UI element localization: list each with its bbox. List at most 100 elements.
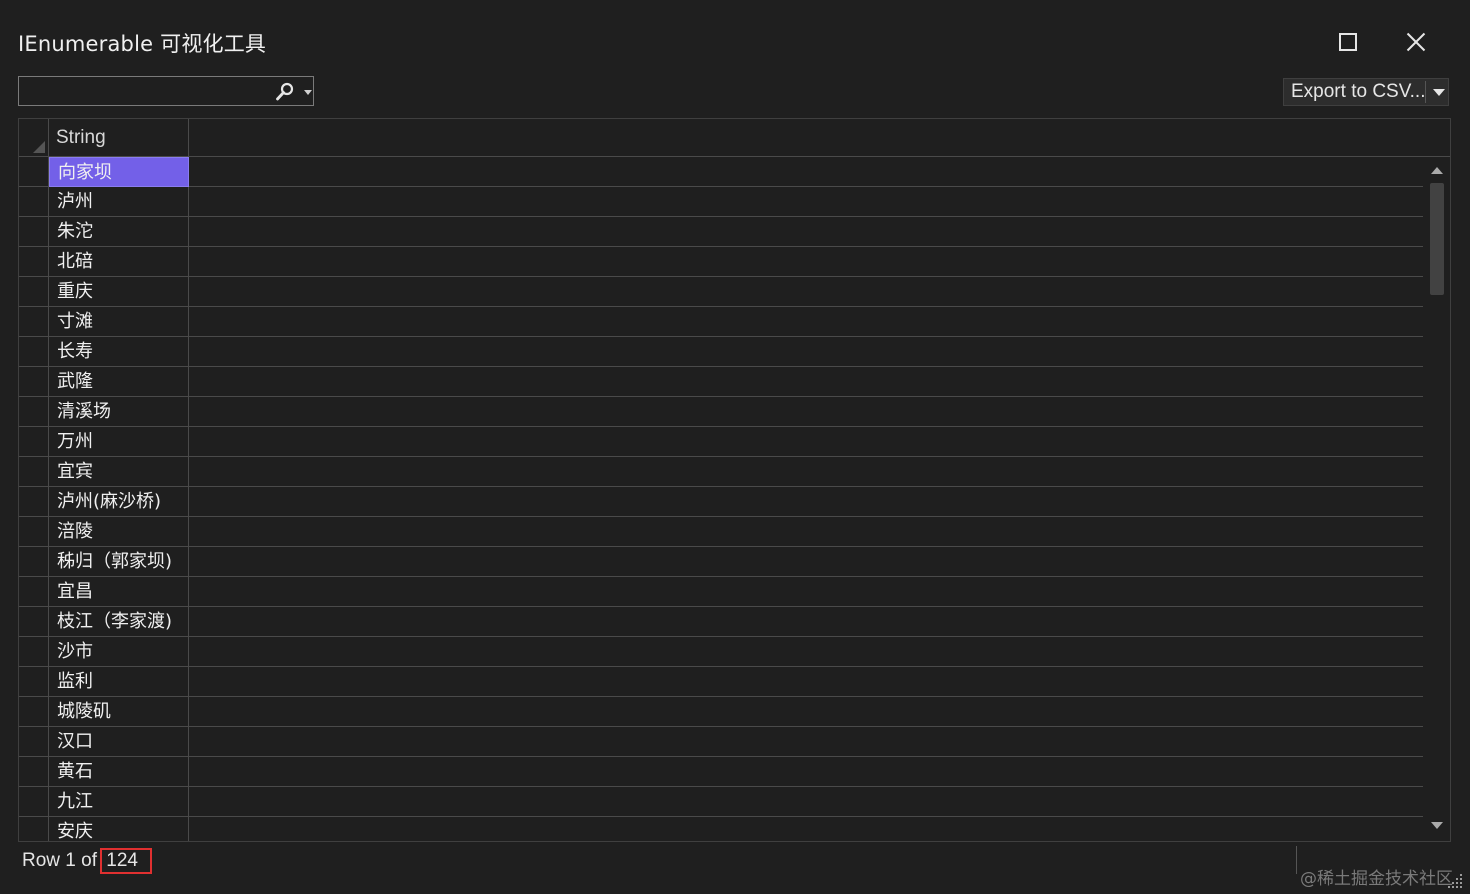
window-title: IEnumerable 可视化工具	[18, 32, 267, 56]
table-row[interactable]: 沙市	[19, 637, 1423, 667]
row-fill	[189, 277, 1423, 307]
vertical-scrollbar[interactable]	[1423, 157, 1450, 841]
table-cell[interactable]: 寸滩	[49, 307, 189, 337]
row-fill	[189, 427, 1423, 457]
resize-grip-icon[interactable]	[1448, 872, 1464, 888]
table-cell[interactable]: 宜昌	[49, 577, 189, 607]
row-fill	[189, 247, 1423, 277]
table-row[interactable]: 朱沱	[19, 217, 1423, 247]
table-row[interactable]: 武隆	[19, 367, 1423, 397]
table-cell[interactable]: 万州	[49, 427, 189, 457]
row-fill	[189, 367, 1423, 397]
data-grid[interactable]: String 向家坝 泸州 朱沱 北碚 重庆 寸滩 长寿 武隆 清溪场 万州 宜宾 泸州(麻沙桥) 涪陵…	[18, 118, 1451, 842]
table-row[interactable]: 秭归（郭家坝)	[19, 547, 1423, 577]
row-header[interactable]	[19, 487, 49, 517]
table-cell[interactable]: 重庆	[49, 277, 189, 307]
table-row[interactable]: 寸滩	[19, 307, 1423, 337]
row-header[interactable]	[19, 697, 49, 727]
table-row[interactable]: 宜宾	[19, 457, 1423, 487]
row-fill	[189, 547, 1423, 577]
table-cell[interactable]: 向家坝	[49, 157, 189, 187]
row-header[interactable]	[19, 667, 49, 697]
row-fill	[189, 667, 1423, 697]
table-cell[interactable]: 黄石	[49, 757, 189, 787]
table-cell[interactable]: 长寿	[49, 337, 189, 367]
row-header[interactable]	[19, 217, 49, 247]
table-cell[interactable]: 涪陵	[49, 517, 189, 547]
table-cell[interactable]: 武隆	[49, 367, 189, 397]
row-header[interactable]	[19, 307, 49, 337]
table-cell[interactable]: 九江	[49, 787, 189, 817]
table-row[interactable]: 向家坝	[19, 157, 1423, 187]
row-header[interactable]	[19, 637, 49, 667]
row-header[interactable]	[19, 247, 49, 277]
close-button[interactable]	[1396, 22, 1436, 62]
search-input[interactable]	[21, 79, 273, 105]
table-cell[interactable]: 监利	[49, 667, 189, 697]
table-row[interactable]: 监利	[19, 667, 1423, 697]
row-header[interactable]	[19, 577, 49, 607]
grid-rows: 向家坝 泸州 朱沱 北碚 重庆 寸滩 长寿 武隆 清溪场 万州 宜宾 泸州(麻沙桥) 涪陵 秭归（郭家坝)…	[19, 157, 1423, 841]
search-icon[interactable]	[275, 82, 295, 102]
table-row[interactable]: 长寿	[19, 337, 1423, 367]
table-cell[interactable]: 泸州(麻沙桥)	[49, 487, 189, 517]
table-row[interactable]: 九江	[19, 787, 1423, 817]
table-row[interactable]: 宜昌	[19, 577, 1423, 607]
table-row[interactable]: 安庆	[19, 817, 1423, 841]
row-header[interactable]	[19, 427, 49, 457]
table-row[interactable]: 重庆	[19, 277, 1423, 307]
table-row[interactable]: 泸州(麻沙桥)	[19, 487, 1423, 517]
table-cell[interactable]: 北碚	[49, 247, 189, 277]
maximize-button[interactable]	[1328, 22, 1368, 62]
table-cell[interactable]: 城陵矶	[49, 697, 189, 727]
table-row[interactable]: 北碚	[19, 247, 1423, 277]
table-cell[interactable]: 秭归（郭家坝)	[49, 547, 189, 577]
table-cell[interactable]: 汉口	[49, 727, 189, 757]
table-cell[interactable]: 清溪场	[49, 397, 189, 427]
row-header[interactable]	[19, 277, 49, 307]
table-row[interactable]: 城陵矶	[19, 697, 1423, 727]
scrollbar-thumb[interactable]	[1430, 183, 1444, 295]
select-all-corner[interactable]	[19, 119, 49, 157]
row-header[interactable]	[19, 757, 49, 787]
table-cell[interactable]: 朱沱	[49, 217, 189, 247]
table-row[interactable]: 万州	[19, 427, 1423, 457]
search-box[interactable]	[18, 76, 314, 106]
row-fill	[189, 787, 1423, 817]
table-row[interactable]: 汉口	[19, 727, 1423, 757]
row-header[interactable]	[19, 607, 49, 637]
scroll-down-icon[interactable]	[1431, 822, 1443, 829]
maximize-icon	[1339, 33, 1357, 51]
scroll-up-icon[interactable]	[1431, 167, 1443, 174]
table-row[interactable]: 清溪场	[19, 397, 1423, 427]
row-header[interactable]	[19, 367, 49, 397]
corner-triangle-icon	[33, 141, 45, 153]
table-cell[interactable]: 枝江（李家渡)	[49, 607, 189, 637]
row-header[interactable]	[19, 157, 49, 187]
row-fill	[189, 727, 1423, 757]
table-row[interactable]: 泸州	[19, 187, 1423, 217]
row-header[interactable]	[19, 457, 49, 487]
export-csv-button[interactable]: Export to CSV...	[1283, 78, 1449, 106]
search-options-chevron-icon[interactable]	[304, 90, 312, 95]
table-cell[interactable]: 沙市	[49, 637, 189, 667]
table-cell[interactable]: 宜宾	[49, 457, 189, 487]
row-fill	[189, 397, 1423, 427]
row-header[interactable]	[19, 727, 49, 757]
column-header-string[interactable]: String	[49, 119, 189, 157]
table-cell[interactable]: 泸州	[49, 187, 189, 217]
table-cell[interactable]: 安庆	[49, 817, 189, 841]
table-row[interactable]: 涪陵	[19, 517, 1423, 547]
row-header[interactable]	[19, 517, 49, 547]
row-header[interactable]	[19, 787, 49, 817]
row-header[interactable]	[19, 187, 49, 217]
export-dropdown-chevron-icon[interactable]	[1433, 89, 1445, 96]
table-row[interactable]: 黄石	[19, 757, 1423, 787]
table-row[interactable]: 枝江（李家渡)	[19, 607, 1423, 637]
status-divider	[1296, 846, 1297, 874]
row-header[interactable]	[19, 547, 49, 577]
row-header[interactable]	[19, 337, 49, 367]
row-fill	[189, 517, 1423, 547]
row-header[interactable]	[19, 397, 49, 427]
row-header[interactable]	[19, 817, 49, 841]
